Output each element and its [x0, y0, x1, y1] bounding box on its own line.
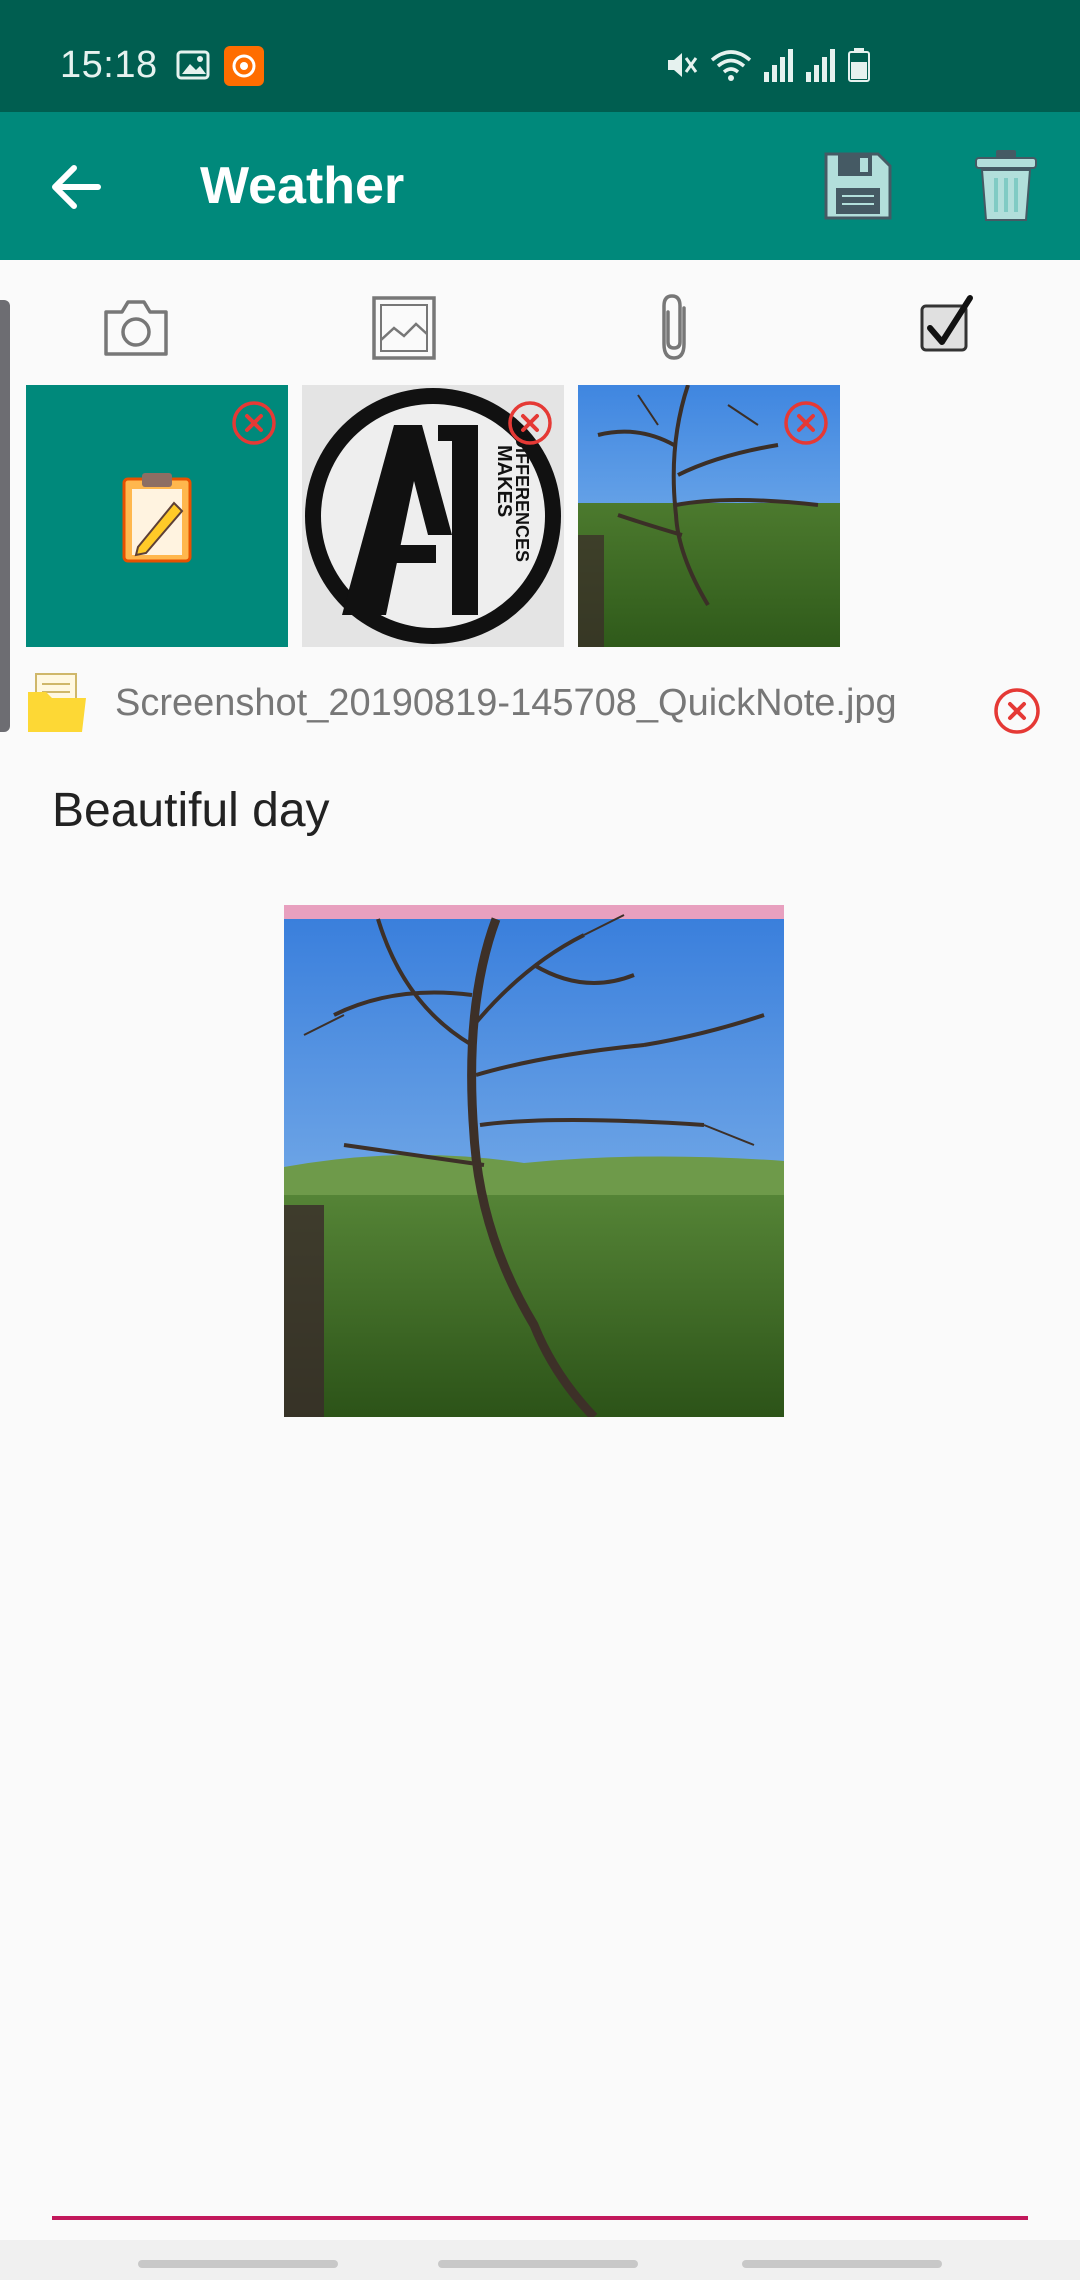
- checkbox-icon[interactable]: [906, 288, 986, 368]
- svg-text:MAKES: MAKES: [493, 445, 515, 517]
- back-arrow-icon[interactable]: [40, 152, 110, 222]
- attachment-thumbnail[interactable]: MAKES DIFFERENCES: [302, 385, 564, 647]
- folder-icon: [28, 673, 86, 732]
- status-bar: 15:18: [0, 0, 1080, 112]
- signal-icon: [764, 49, 793, 82]
- save-icon[interactable]: [820, 148, 896, 224]
- note-body-text[interactable]: Beautiful day: [52, 783, 330, 838]
- attachment-thumbnail[interactable]: [578, 385, 840, 647]
- attachment-toolbar: [0, 270, 1080, 370]
- trash-icon[interactable]: [968, 148, 1044, 224]
- remove-file-icon[interactable]: [992, 686, 1042, 736]
- mute-icon: [668, 53, 698, 77]
- note-text-underline: [52, 2216, 1028, 2220]
- file-attachment-row[interactable]: Screenshot_20190819-145708_QuickNote.jpg: [0, 660, 1080, 750]
- wifi-icon: [710, 50, 752, 81]
- svg-text:DIFFERENCES: DIFFERENCES: [512, 435, 532, 562]
- nav-recents-button[interactable]: [138, 2260, 338, 2268]
- nav-back-button[interactable]: [742, 2260, 942, 2268]
- attachment-thumbnail[interactable]: [26, 385, 288, 647]
- remove-attachment-icon[interactable]: [782, 399, 830, 447]
- paperclip-icon[interactable]: [636, 288, 716, 368]
- app-bar: Weather: [0, 112, 1080, 260]
- image-icon[interactable]: [364, 288, 444, 368]
- gallery-icon: [176, 50, 210, 80]
- remove-attachment-icon[interactable]: [230, 399, 278, 447]
- screen-recorder-icon: [224, 46, 264, 86]
- page-title: Weather: [200, 157, 405, 215]
- attachment-file-name: Screenshot_20190819-145708_QuickNote.jpg: [115, 682, 897, 724]
- battery-icon: [848, 48, 870, 82]
- embedded-photo[interactable]: [284, 905, 784, 1417]
- remove-attachment-icon[interactable]: [506, 399, 554, 447]
- navigation-bar: [0, 2240, 1080, 2280]
- camera-icon[interactable]: [96, 288, 176, 368]
- signal-icon: [806, 49, 835, 82]
- nav-home-button[interactable]: [438, 2260, 638, 2268]
- status-time: 15:18: [60, 44, 158, 86]
